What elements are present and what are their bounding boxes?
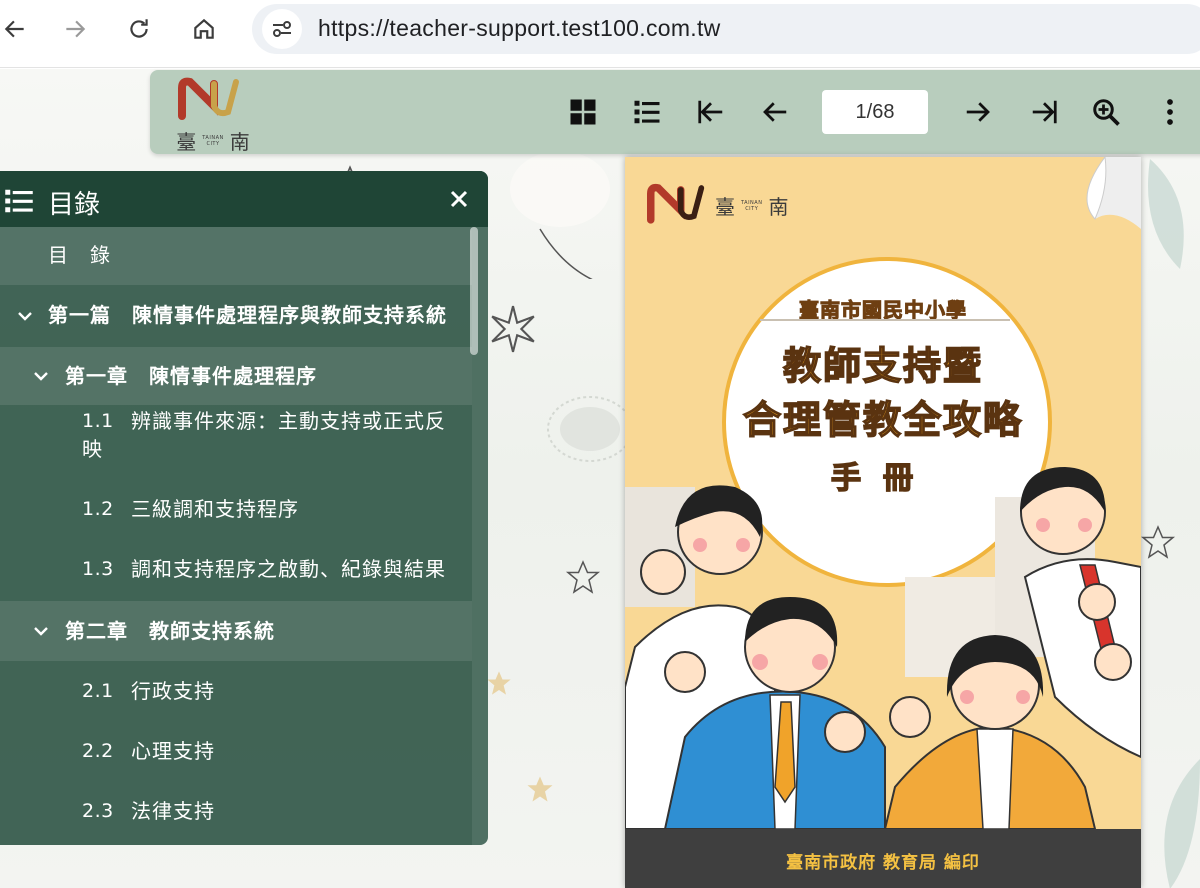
arrow-right-icon bbox=[66, 20, 86, 38]
arrow-right-icon bbox=[966, 102, 990, 122]
chevron-down-icon[interactable] bbox=[30, 601, 52, 661]
toc-section-number: 1.3 bbox=[82, 558, 114, 580]
more-vertical-icon bbox=[1167, 99, 1173, 125]
thumbnails-button[interactable] bbox=[563, 92, 603, 132]
reload-button[interactable] bbox=[120, 10, 158, 48]
toc-section-label-continued: 映 bbox=[82, 437, 103, 461]
brand-char-2: 南 bbox=[229, 130, 250, 154]
address-bar[interactable]: https://teacher-support.test100.com.tw bbox=[252, 4, 1200, 54]
toc-close-button[interactable] bbox=[446, 186, 472, 212]
toc-section-1-1[interactable]: 1.1 辨識事件來源：主動支持或正式反 映 bbox=[0, 405, 472, 487]
tainan-n-logo-icon bbox=[647, 183, 705, 224]
toc-chapter-2[interactable]: 第二章 教師支持系統 bbox=[0, 601, 472, 661]
toc-section-number: 1.2 bbox=[82, 498, 114, 520]
cover-logo-text: 臺 TAINAN CITY 南 bbox=[715, 191, 788, 220]
cover-logo-en: TAINAN CITY bbox=[741, 200, 762, 212]
book-cover-page[interactable]: 臺 TAINAN CITY 南 臺南市國民中小學 教師支持暨 合理管教全攻略 手… bbox=[625, 157, 1141, 888]
star-outline-icon bbox=[1140, 525, 1176, 559]
last-page-icon bbox=[1032, 100, 1057, 124]
star-filled-icon bbox=[527, 776, 553, 802]
chevron-down-icon[interactable] bbox=[14, 285, 36, 347]
forward-button[interactable] bbox=[56, 10, 94, 48]
leaf-decoration-icon bbox=[1164, 759, 1200, 888]
cover-logo-char-2: 南 bbox=[768, 195, 789, 219]
flower-decoration-icon bbox=[510, 151, 610, 279]
browser-toolbar: https://teacher-support.test100.com.tw bbox=[0, 0, 1200, 68]
leaf-decoration-icon bbox=[1148, 159, 1184, 269]
last-page-button[interactable] bbox=[1024, 92, 1064, 132]
cover-logo-en-line-2: CITY bbox=[745, 205, 759, 212]
home-icon bbox=[194, 18, 214, 39]
toc-header: 目錄 bbox=[0, 171, 488, 227]
cover-divider bbox=[760, 319, 1010, 321]
toc-section-number: 2.1 bbox=[82, 680, 114, 702]
toc-section-2-3[interactable]: 2.3 法律支持 bbox=[0, 781, 472, 841]
list-icon bbox=[634, 100, 660, 124]
toc-button[interactable] bbox=[627, 92, 667, 132]
star-outline-icon bbox=[565, 560, 601, 594]
toc-section-1-3[interactable]: 1.3 調和支持程序之啟動、紀錄與結果 bbox=[0, 547, 472, 601]
next-page-button[interactable] bbox=[958, 92, 998, 132]
toc-section-1-2[interactable]: 1.2 三級調和支持程序 bbox=[0, 487, 472, 547]
page-number-input[interactable] bbox=[822, 90, 928, 134]
toc-section-number: 2.3 bbox=[82, 800, 114, 822]
viewer-toolbar: 臺 TAINAN CITY 南 bbox=[150, 70, 1200, 154]
list-icon bbox=[5, 189, 33, 213]
arrow-left-icon bbox=[4, 20, 24, 38]
more-options-button[interactable] bbox=[1150, 92, 1190, 132]
toc-section-2-1[interactable]: 2.1 行政支持 bbox=[0, 661, 472, 721]
tainan-logo: 臺 TAINAN CITY 南 bbox=[168, 76, 258, 154]
cover-publisher: 臺南市政府 教育局 編印 bbox=[786, 853, 980, 873]
chevron-down-icon[interactable] bbox=[30, 347, 52, 405]
toc-part-label: 第一篇 陳情事件處理程序與教師支持系統 bbox=[48, 303, 447, 327]
first-page-icon bbox=[698, 100, 723, 124]
toc-section-number: 2.2 bbox=[82, 740, 114, 762]
close-icon bbox=[450, 190, 468, 208]
toc-chapter-label: 第一章 陳情事件處理程序 bbox=[65, 364, 317, 388]
toc-entry-contents[interactable]: 目 錄 bbox=[0, 227, 472, 285]
toc-section-label: 行政支持 bbox=[131, 679, 215, 703]
toc-section-number: 1.1 bbox=[82, 410, 114, 432]
brand-en: TAINAN CITY bbox=[202, 135, 223, 147]
hatched-circle-decoration-icon bbox=[547, 396, 633, 462]
cover-footer: 臺南市政府 教育局 編印 bbox=[625, 829, 1141, 888]
toc-section-label: 三級調和支持程序 bbox=[131, 497, 299, 521]
toc-title: 目錄 bbox=[48, 190, 101, 220]
toc-entry-label: 目 錄 bbox=[48, 243, 111, 267]
toc-section-label: 法律支持 bbox=[131, 799, 215, 823]
toc-chapter-label: 第二章 教師支持系統 bbox=[65, 619, 275, 643]
toc-section-label: 辨識事件來源：主動支持或正式反 bbox=[131, 409, 446, 433]
toc-section-label: 調和支持程序之啟動、紀錄與結果 bbox=[131, 557, 446, 581]
cover-title-line-1: 教師支持暨 bbox=[782, 343, 983, 389]
star-filled-icon bbox=[487, 671, 511, 695]
grid-icon bbox=[570, 99, 596, 125]
starburst-icon bbox=[491, 305, 535, 353]
zoom-in-button[interactable] bbox=[1086, 92, 1126, 132]
tainan-n-logo-icon bbox=[178, 77, 239, 120]
site-info-button[interactable] bbox=[262, 9, 302, 49]
reload-icon bbox=[130, 19, 148, 38]
cover-title-line-2: 合理管教全攻略 bbox=[742, 397, 1023, 443]
first-page-button[interactable] bbox=[691, 92, 731, 132]
tune-icon bbox=[273, 21, 291, 37]
page-curl-icon bbox=[1086, 157, 1141, 229]
toc-section-2-2[interactable]: 2.2 心理支持 bbox=[0, 721, 472, 781]
toc-panel: 目錄 目 錄 第一篇 陳情事件處理程序與教師支持系統 第一章 陳情事件處理程序 bbox=[0, 171, 488, 845]
brand-char-1: 臺 bbox=[176, 130, 197, 154]
toc-list: 目 錄 第一篇 陳情事件處理程序與教師支持系統 第一章 陳情事件處理程序 1.1… bbox=[0, 227, 472, 845]
toc-chapter-1[interactable]: 第一章 陳情事件處理程序 bbox=[0, 347, 472, 405]
cover-logo-char-1: 臺 bbox=[715, 195, 735, 219]
brand-city: 臺 TAINAN CITY 南 bbox=[168, 126, 258, 155]
zoom-in-icon bbox=[1093, 99, 1120, 126]
arrow-left-icon bbox=[763, 102, 787, 122]
home-button[interactable] bbox=[185, 10, 223, 48]
back-button[interactable] bbox=[0, 10, 34, 48]
previous-page-button[interactable] bbox=[755, 92, 795, 132]
brand-en-line-2: CITY bbox=[206, 140, 220, 147]
url-text[interactable]: https://teacher-support.test100.com.tw bbox=[318, 15, 721, 42]
toc-part-1[interactable]: 第一篇 陳情事件處理程序與教師支持系統 bbox=[0, 285, 472, 347]
teachers-illustration-icon bbox=[625, 467, 1141, 829]
toc-section-label: 心理支持 bbox=[131, 739, 215, 763]
toc-scrollbar-thumb[interactable] bbox=[470, 227, 478, 355]
